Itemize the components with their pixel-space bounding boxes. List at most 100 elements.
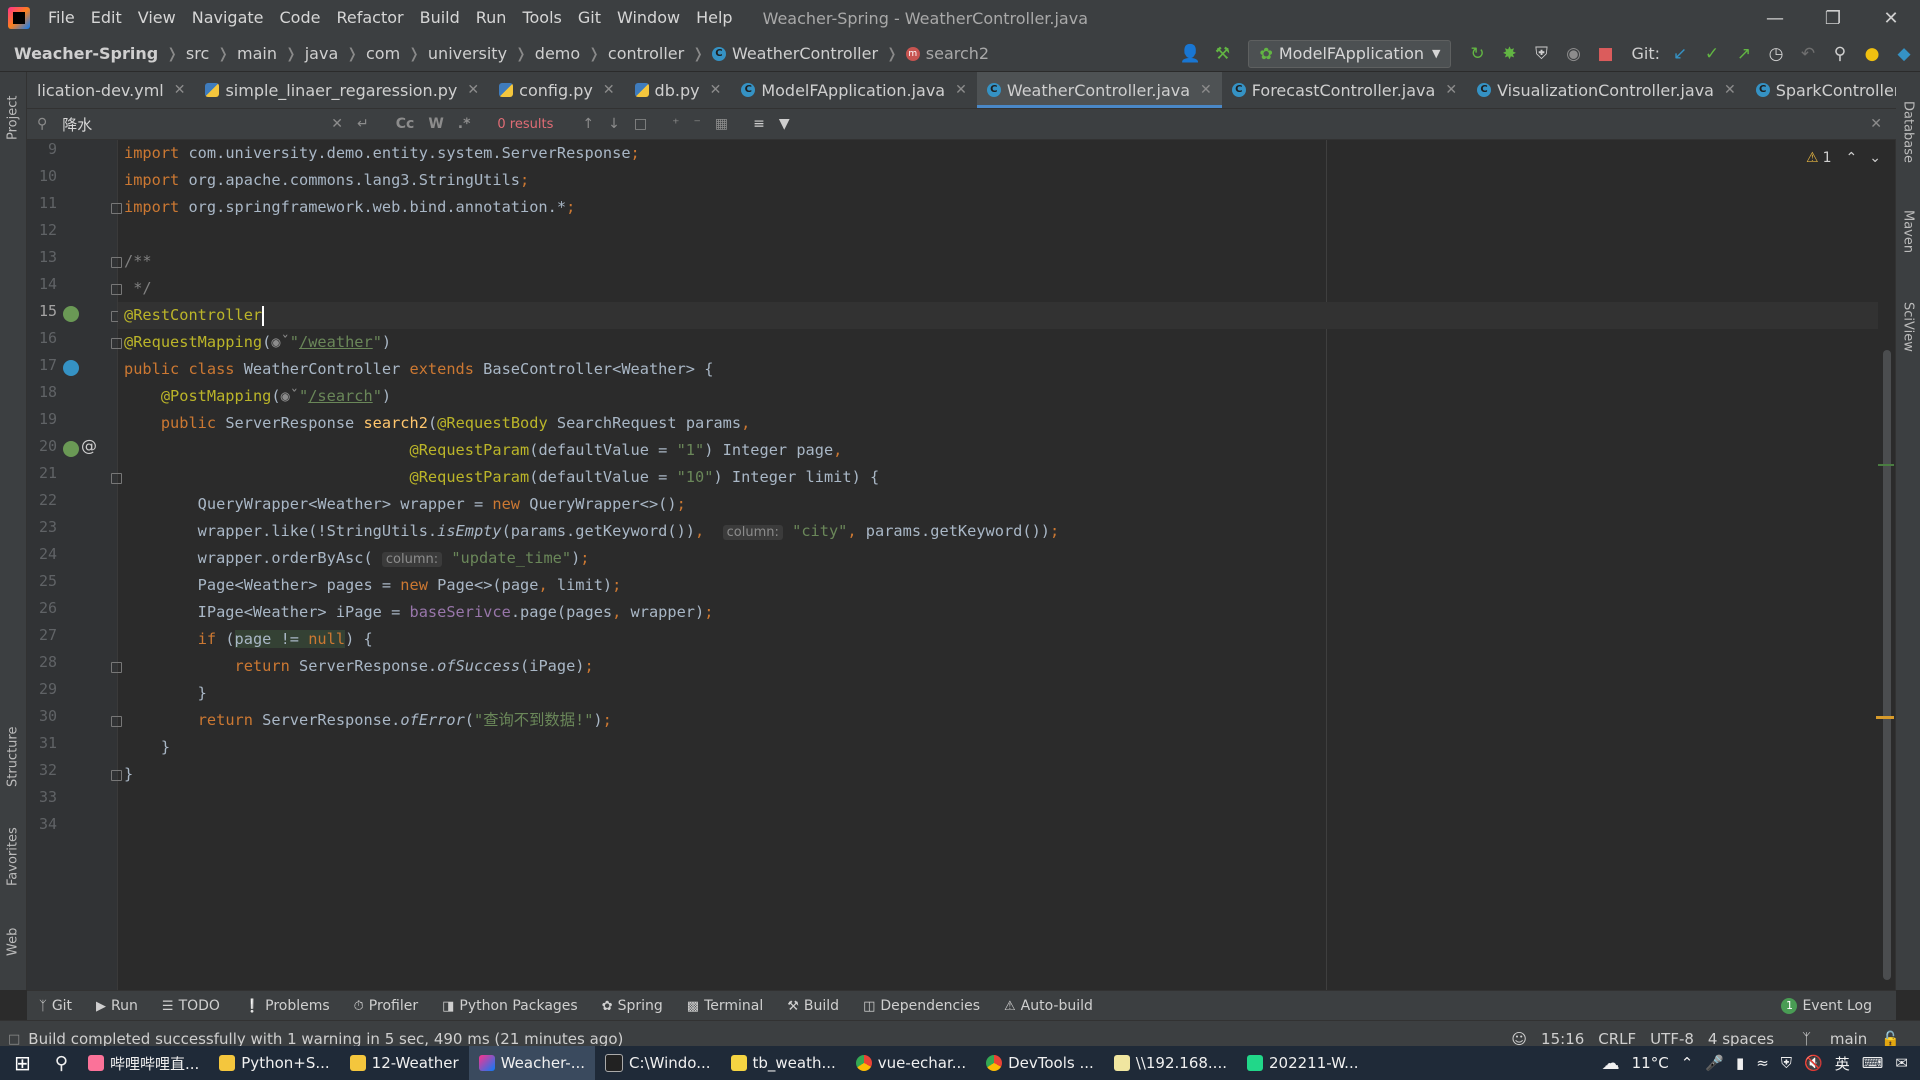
- whole-words-toggle[interactable]: W: [428, 116, 443, 132]
- breadcrumb-src[interactable]: src: [186, 44, 209, 63]
- problems-tool-button[interactable]: ❕ Problems: [232, 998, 342, 1014]
- menu-edit[interactable]: Edit: [83, 0, 130, 36]
- notification-icon[interactable]: ✉: [1895, 1054, 1908, 1072]
- structure-tool-tab[interactable]: Structure: [0, 712, 26, 802]
- menu-refactor[interactable]: Refactor: [328, 0, 411, 36]
- taskbar-app[interactable]: C:\Windo...: [595, 1046, 721, 1080]
- close-icon[interactable]: ✕: [174, 82, 186, 98]
- search-icon[interactable]: ⚲: [1826, 40, 1854, 68]
- profiler-tool-button[interactable]: ⏱ Profiler: [342, 998, 430, 1014]
- spring-bean-icon[interactable]: [63, 306, 79, 322]
- taskbar-app[interactable]: 12-Weather: [340, 1046, 469, 1080]
- menu-tools[interactable]: Tools: [514, 0, 569, 36]
- select-all-icon[interactable]: ▦: [715, 116, 728, 132]
- close-icon[interactable]: ✕: [603, 82, 615, 98]
- taskbar-app[interactable]: 哔哩哔哩直...: [78, 1046, 209, 1080]
- close-window-button[interactable]: ✕: [1862, 0, 1920, 36]
- clear-icon[interactable]: ✕: [331, 116, 343, 132]
- weather-temperature[interactable]: 11°C: [1632, 1054, 1669, 1072]
- menu-window[interactable]: Window: [609, 0, 688, 36]
- warning-marker[interactable]: [1876, 716, 1894, 719]
- restore-button[interactable]: ❐: [1804, 0, 1862, 36]
- taskbar-app[interactable]: vue-echar...: [846, 1046, 976, 1080]
- maven-tool-tab[interactable]: Maven: [1896, 192, 1920, 272]
- taskbar-app[interactable]: DevTools ...: [976, 1046, 1104, 1080]
- python-packages-tool-button[interactable]: ◨ Python Packages: [430, 998, 590, 1014]
- debug-icon[interactable]: ✸: [1495, 40, 1523, 68]
- taskbar-search-button[interactable]: ⚲: [45, 1046, 78, 1080]
- favorites-tool-tab[interactable]: Favorites: [0, 812, 26, 902]
- taskbar-app[interactable]: \\192.168....: [1104, 1046, 1237, 1080]
- taskbar-app[interactable]: Python+S...: [209, 1046, 339, 1080]
- chevron-up-icon[interactable]: ⌃: [1681, 1054, 1694, 1072]
- auto-build-tool-button[interactable]: ⚠ Auto-build: [992, 998, 1105, 1014]
- shield-icon[interactable]: ⛨: [1781, 1054, 1792, 1072]
- menu-view[interactable]: View: [130, 0, 184, 36]
- user-icon[interactable]: 👤: [1176, 40, 1204, 68]
- breadcrumb-main[interactable]: main: [237, 44, 277, 63]
- breadcrumb-com[interactable]: com: [366, 44, 400, 63]
- todo-tool-button[interactable]: ☰ TODO: [150, 998, 232, 1014]
- speaker-muted-icon[interactable]: 🔇: [1804, 1054, 1823, 1072]
- breadcrumb-controller[interactable]: controller: [608, 44, 684, 63]
- rollback-icon[interactable]: ↶: [1794, 40, 1822, 68]
- select-all-occurrences-icon[interactable]: □: [634, 116, 647, 132]
- taskbar-app[interactable]: tb_weath...: [721, 1046, 846, 1080]
- close-search-icon[interactable]: ✕: [1870, 116, 1882, 132]
- spring-tool-button[interactable]: ✿ Spring: [590, 998, 675, 1014]
- database-tool-tab[interactable]: Database: [1896, 82, 1920, 182]
- breadcrumb-university[interactable]: university: [428, 44, 507, 63]
- tab-db-py[interactable]: db.py ✕: [625, 72, 732, 108]
- tab-visualizationcontroller-java[interactable]: C VisualizationController.java ✕: [1467, 72, 1746, 108]
- input-language[interactable]: 英: [1835, 1053, 1850, 1074]
- keyboard-icon[interactable]: ⌨: [1862, 1054, 1884, 1072]
- git-commit-icon[interactable]: ✓: [1698, 40, 1726, 68]
- tab-sparkcontroller-java[interactable]: CSparkController.java✕: [1746, 72, 1896, 108]
- rerun-icon[interactable]: ↻: [1463, 40, 1491, 68]
- stop-icon[interactable]: ■: [1591, 40, 1619, 68]
- intellij-logo-icon[interactable]: [8, 7, 30, 29]
- menu-build[interactable]: Build: [412, 0, 468, 36]
- jetbrains-toolbox-icon[interactable]: ◆: [1890, 40, 1918, 68]
- terminal-tool-button[interactable]: ▩ Terminal: [675, 998, 775, 1014]
- breadcrumb-method[interactable]: m search2: [905, 44, 989, 63]
- taskbar-app[interactable]: 202211-W...: [1237, 1046, 1368, 1080]
- event-log-button[interactable]: 1 Event Log: [1769, 998, 1884, 1014]
- close-icon[interactable]: ✕: [1445, 82, 1457, 98]
- tab-simple-linaer-regaression-py[interactable]: simple_linaer_regaression.py ✕: [195, 72, 489, 108]
- menu-navigate[interactable]: Navigate: [184, 0, 272, 36]
- menu-code[interactable]: Code: [272, 0, 329, 36]
- project-tool-tab[interactable]: Project: [0, 78, 26, 158]
- run-configuration-select[interactable]: ✿ ModelFApplication ▼: [1248, 39, 1452, 68]
- breadcrumb-project[interactable]: Weacher-Spring: [14, 44, 158, 63]
- git-push-icon[interactable]: ↗: [1730, 40, 1758, 68]
- history-icon[interactable]: ◷: [1762, 40, 1790, 68]
- search-icon[interactable]: ⚲: [37, 116, 47, 132]
- regex-toggle[interactable]: .*: [458, 116, 471, 132]
- previous-occurrence-icon[interactable]: ↑: [582, 116, 594, 132]
- battery-icon[interactable]: ▮: [1736, 1054, 1744, 1072]
- close-icon[interactable]: ✕: [1724, 82, 1736, 98]
- at-annotation-icon[interactable]: @: [81, 436, 97, 455]
- scrollbar-thumb[interactable]: [1883, 350, 1891, 980]
- menu-run[interactable]: Run: [468, 0, 515, 36]
- match-case-toggle[interactable]: Cc: [396, 116, 415, 132]
- add-selection-icon[interactable]: ⁺: [672, 116, 679, 132]
- breadcrumb-demo[interactable]: demo: [535, 44, 580, 63]
- coverage-icon[interactable]: ⛨: [1527, 40, 1555, 68]
- next-occurrence-icon[interactable]: ↓: [608, 116, 620, 132]
- breadcrumb-class[interactable]: C WeatherController: [711, 44, 878, 63]
- menu-git[interactable]: Git: [570, 0, 609, 36]
- tab-config-py[interactable]: config.py ✕: [489, 72, 624, 108]
- close-icon[interactable]: ✕: [955, 82, 967, 98]
- remove-selection-icon[interactable]: ⁻: [693, 116, 700, 132]
- minimize-button[interactable]: —: [1746, 0, 1804, 36]
- cloud-weather-icon[interactable]: ☁: [1602, 1053, 1620, 1074]
- web-tool-tab[interactable]: Web: [0, 912, 26, 972]
- build-tool-button[interactable]: ⚒ Build: [775, 998, 851, 1014]
- dependencies-tool-button[interactable]: ◫ Dependencies: [851, 998, 992, 1014]
- tab-application-dev-yml[interactable]: lication-dev.yml ✕: [27, 72, 195, 108]
- tool-windows-toggle-icon[interactable]: □: [8, 1032, 20, 1047]
- filter-options-icon[interactable]: ≡: [753, 116, 765, 132]
- wifi-icon[interactable]: ≈: [1756, 1054, 1769, 1072]
